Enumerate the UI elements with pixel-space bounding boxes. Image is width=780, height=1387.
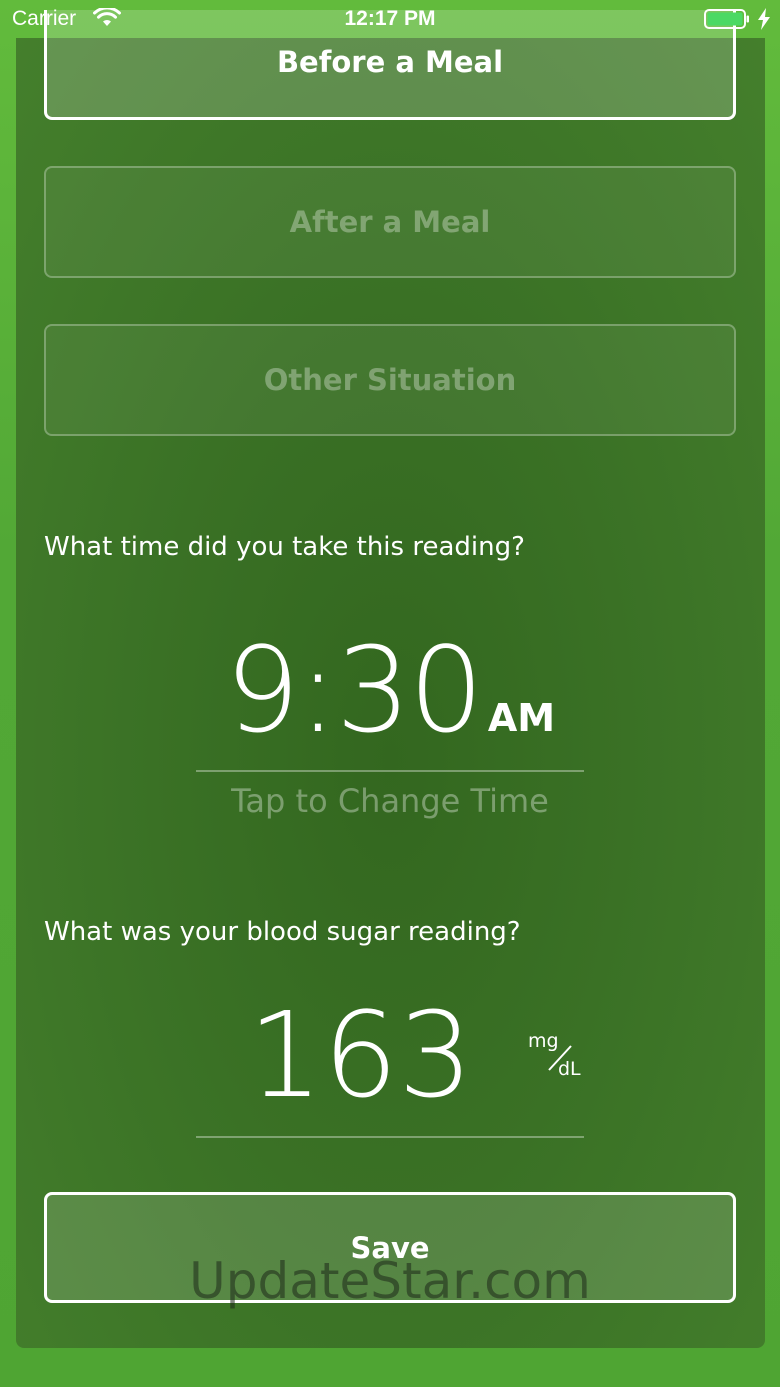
charging-bolt-icon <box>758 8 770 30</box>
time-value[interactable]: 9:30 <box>225 620 484 760</box>
time-ampm[interactable]: AM <box>488 696 555 740</box>
save-button[interactable]: Save <box>44 1192 736 1303</box>
change-time-hint[interactable]: Tap to Change Time <box>0 782 780 820</box>
other-situation-label: Other Situation <box>263 363 517 397</box>
time-divider <box>196 770 584 772</box>
status-bar: Carrier 12:17 PM <box>0 0 780 38</box>
battery-icon <box>704 9 749 29</box>
before-meal-label: Before a Meal <box>276 44 504 79</box>
status-clock: 12:17 PM <box>344 7 436 30</box>
reading-divider <box>196 1136 584 1138</box>
blood-sugar-value[interactable]: 163 <box>228 985 493 1125</box>
unit-dl: dL <box>558 1058 581 1080</box>
after-meal-button[interactable]: After a Meal <box>44 166 736 278</box>
time-display[interactable]: 9:30 AM <box>0 620 780 760</box>
other-situation-button[interactable]: Other Situation <box>44 324 736 436</box>
after-meal-label: After a Meal <box>289 205 491 239</box>
time-question: What time did you take this reading? <box>44 532 525 562</box>
blood-sugar-question: What was your blood sugar reading? <box>44 917 521 947</box>
